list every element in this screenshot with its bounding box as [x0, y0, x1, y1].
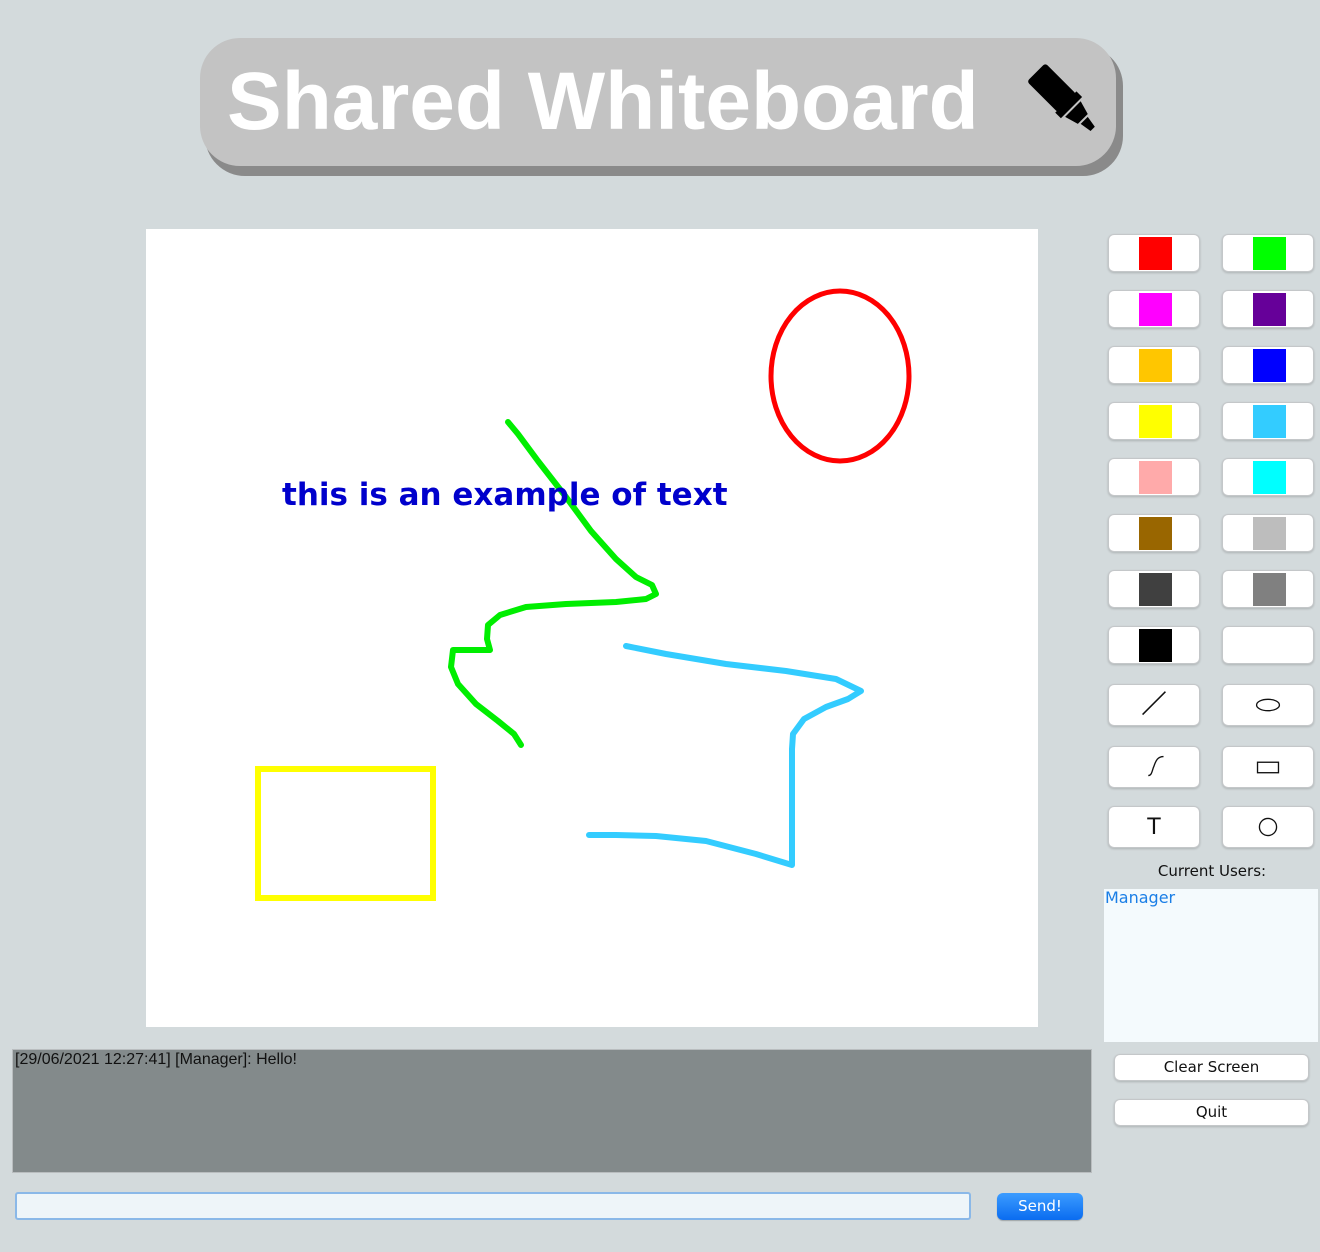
color-swatch: [1139, 517, 1172, 550]
color-button-light-gray[interactable]: [1222, 514, 1314, 552]
color-swatch: [1253, 461, 1286, 494]
color-button-brown[interactable]: [1108, 514, 1200, 552]
circle-icon: [1258, 817, 1278, 837]
quit-button[interactable]: Quit: [1114, 1099, 1309, 1126]
canvas-text: this is an example of text: [282, 477, 728, 513]
color-swatch: [1139, 405, 1172, 438]
color-button-red[interactable]: [1108, 234, 1200, 272]
line-tool-button[interactable]: [1108, 684, 1200, 726]
oval-tool-button[interactable]: [1222, 684, 1314, 726]
chat-input[interactable]: [15, 1192, 971, 1220]
text-tool-button[interactable]: T: [1108, 806, 1200, 848]
color-swatch: [1139, 349, 1172, 382]
color-button-cyan[interactable]: [1222, 458, 1314, 496]
marker-icon: [1028, 64, 1095, 131]
color-swatch: [1139, 629, 1172, 662]
color-swatch: [1253, 405, 1286, 438]
circle-tool-button[interactable]: [1222, 806, 1314, 848]
app-title: Shared Whiteboard: [227, 56, 979, 147]
color-button-green[interactable]: [1222, 234, 1314, 272]
green-freehand-stroke: [448, 419, 659, 748]
color-button-magenta[interactable]: [1108, 290, 1200, 328]
color-button-white[interactable]: [1222, 626, 1314, 664]
title-banner: Shared Whiteboard: [200, 38, 1116, 166]
color-swatch: [1253, 573, 1286, 606]
color-button-gray[interactable]: [1222, 570, 1314, 608]
color-swatch: [1139, 461, 1172, 494]
chat-message: [29/06/2021 12:27:41] [Manager]: Hello!: [15, 1051, 297, 1068]
color-button-orange[interactable]: [1108, 346, 1200, 384]
blue-freehand-stroke: [586, 643, 864, 868]
send-button[interactable]: Send!: [997, 1193, 1083, 1220]
color-swatch: [1253, 349, 1286, 382]
color-button-dark-gray[interactable]: [1108, 570, 1200, 608]
oval-icon: [1255, 698, 1281, 712]
rectangle-icon: [1256, 761, 1280, 774]
chat-log[interactable]: [29/06/2021 12:27:41] [Manager]: Hello!: [12, 1049, 1092, 1173]
yellow-rectangle-shape: [255, 766, 436, 901]
line-icon: [1142, 691, 1166, 716]
color-button-black[interactable]: [1108, 626, 1200, 664]
color-swatch: [1253, 517, 1286, 550]
clear-screen-button[interactable]: Clear Screen: [1114, 1054, 1309, 1081]
color-swatch: [1253, 293, 1286, 326]
freehand-tool-button[interactable]: [1108, 746, 1200, 788]
text-icon: T: [1147, 815, 1161, 840]
color-button-blue[interactable]: [1222, 346, 1314, 384]
color-swatch: [1253, 629, 1286, 662]
color-swatch: [1253, 237, 1286, 270]
color-swatch: [1139, 293, 1172, 326]
user-list-item[interactable]: Manager: [1104, 889, 1318, 907]
user-list[interactable]: Manager: [1104, 889, 1318, 1042]
rectangle-tool-button[interactable]: [1222, 746, 1314, 788]
freehand-icon: [1148, 755, 1164, 777]
whiteboard-canvas[interactable]: this is an example of text: [146, 229, 1038, 1027]
red-oval-shape: [768, 288, 912, 464]
color-button-purple[interactable]: [1222, 290, 1314, 328]
color-swatch: [1139, 573, 1172, 606]
color-swatch: [1139, 237, 1172, 270]
color-button-pink[interactable]: [1108, 458, 1200, 496]
current-users-label: Current Users:: [1157, 862, 1267, 880]
color-button-yellow[interactable]: [1108, 402, 1200, 440]
color-button-light-blue[interactable]: [1222, 402, 1314, 440]
